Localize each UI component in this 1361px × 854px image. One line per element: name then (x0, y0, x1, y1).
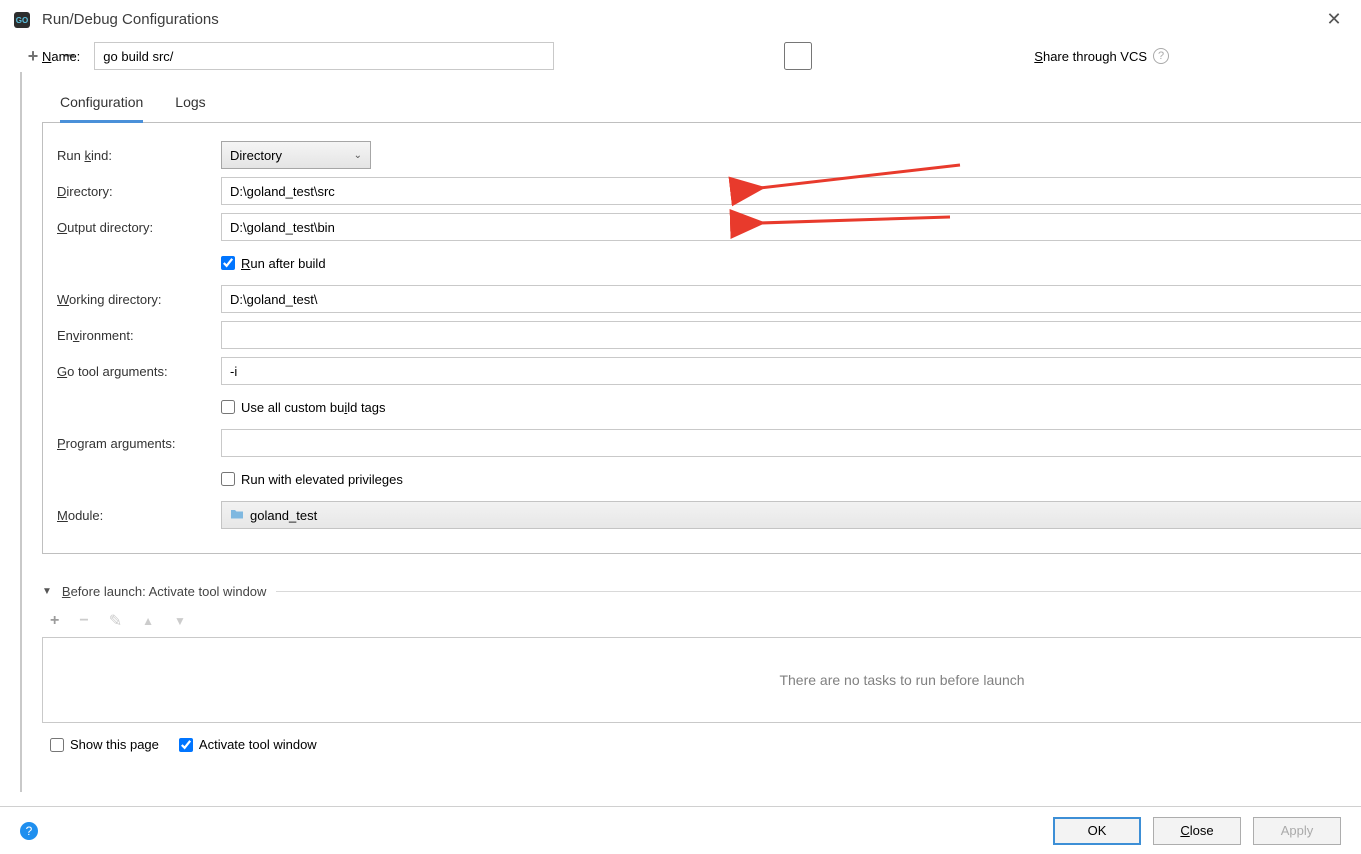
triangle-down-icon: ▼ (42, 586, 52, 597)
tab-configuration[interactable]: Configuration (60, 86, 143, 123)
task-list: There are no tasks to run before launch (42, 637, 1361, 723)
custom-tags-checkbox-label[interactable]: Use all custom build tags (221, 400, 386, 415)
window-title: Run/Debug Configurations (42, 11, 219, 28)
tab-logs[interactable]: Logs (175, 86, 205, 122)
close-button[interactable]: Close (1153, 817, 1241, 845)
show-page-checkbox-label[interactable]: Show this page (50, 737, 159, 752)
directory-label: Directory: (57, 184, 221, 199)
go-tool-args-input[interactable] (221, 357, 1361, 385)
add-icon[interactable]: + (24, 47, 42, 65)
run-kind-select[interactable]: Directory ⌄ (221, 141, 371, 169)
app-icon: GO (12, 10, 32, 30)
svg-text:GO: GO (16, 16, 28, 25)
working-dir-input[interactable] (221, 285, 1361, 313)
share-vcs-label: Share through VCS (1034, 49, 1147, 64)
add-icon[interactable]: + (50, 612, 59, 630)
name-row: Name: Share through VCS ? Allow parallel… (42, 40, 1361, 72)
run-kind-label: Run kind: (57, 148, 221, 163)
name-label: Name: (42, 49, 80, 64)
share-vcs-checkbox[interactable] (568, 42, 1028, 70)
run-kind-value: Directory (230, 148, 282, 163)
run-after-build-checkbox-label[interactable]: Run after build (221, 256, 326, 271)
environment-input[interactable] (221, 321, 1361, 349)
elevated-checkbox-label[interactable]: Run with elevated privileges (221, 472, 403, 487)
help-icon[interactable]: ? (20, 822, 38, 840)
working-dir-label: Working directory: (57, 292, 221, 307)
custom-tags-text: Use all custom build tags (241, 400, 386, 415)
main-panel: Name: Share through VCS ? Allow parallel… (22, 72, 1361, 824)
environment-label: Environment: (57, 328, 221, 343)
module-value: goland_test (250, 508, 317, 523)
go-tool-args-label: Go tool arguments: (57, 364, 221, 379)
move-down-icon[interactable]: ▼ (174, 614, 186, 628)
parallel-run-checkbox[interactable] (1197, 42, 1361, 70)
close-icon[interactable]: ✕ (1319, 9, 1349, 30)
elevated-text: Run with elevated privileges (241, 472, 403, 487)
name-input[interactable] (94, 42, 554, 70)
dialog-footer: ? OK Close Apply (0, 806, 1361, 854)
activate-tool-text: Activate tool window (199, 737, 317, 752)
show-page-text: Show this page (70, 737, 159, 752)
edit-icon[interactable]: ✎ (109, 611, 122, 631)
custom-tags-checkbox[interactable] (221, 400, 235, 414)
task-toolbar: + − ✎ ▲ ▼ (42, 607, 1361, 635)
folder-icon (230, 507, 244, 524)
apply-button[interactable]: Apply (1253, 817, 1341, 845)
activate-tool-checkbox[interactable] (179, 738, 193, 752)
tabs: Configuration Logs (42, 86, 1361, 123)
output-dir-input[interactable] (221, 213, 1361, 241)
run-after-build-text: Run after build (241, 256, 326, 271)
show-page-checkbox[interactable] (50, 738, 64, 752)
footer-checks: Show this page Activate tool window (50, 737, 1361, 752)
program-args-label: Program arguments: (57, 436, 221, 451)
program-args-input[interactable] (221, 429, 1361, 457)
task-empty-text: There are no tasks to run before launch (779, 672, 1024, 688)
elevated-checkbox[interactable] (221, 472, 235, 486)
activate-tool-checkbox-label[interactable]: Activate tool window (179, 737, 317, 752)
module-select[interactable]: goland_test ⌄ (221, 501, 1361, 529)
run-after-build-checkbox[interactable] (221, 256, 235, 270)
directory-input[interactable] (221, 177, 1361, 205)
remove-icon[interactable]: − (79, 612, 88, 630)
move-up-icon[interactable]: ▲ (142, 614, 154, 628)
output-dir-label: Output directory: (57, 220, 221, 235)
ok-button[interactable]: OK (1053, 817, 1141, 845)
chevron-down-icon: ⌄ (354, 150, 362, 161)
module-label: Module: (57, 508, 221, 523)
config-form: Run kind: Directory ⌄ Directory: 🗀 Outpu… (42, 123, 1361, 554)
titlebar: GO Run/Debug Configurations ✕ (0, 0, 1361, 40)
before-launch-header[interactable]: ▼ Before launch: Activate tool window (42, 584, 1361, 599)
before-launch-title: Before launch: Activate tool window (62, 584, 267, 599)
help-icon[interactable]: ? (1153, 48, 1169, 64)
